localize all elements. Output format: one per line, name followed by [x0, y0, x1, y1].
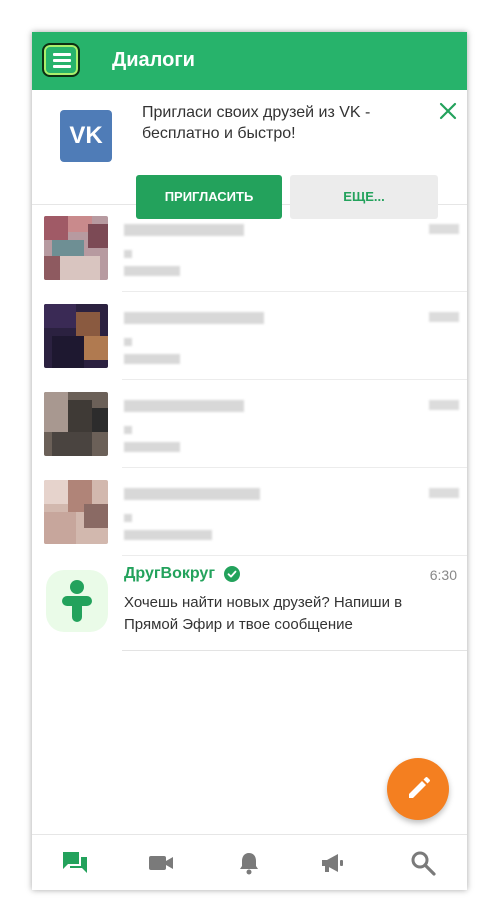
vk-logo-icon: VK — [60, 110, 112, 162]
blurred-status — [124, 266, 180, 276]
avatar — [44, 304, 108, 368]
bell-icon[interactable] — [235, 849, 263, 877]
conversation-row[interactable] — [32, 204, 467, 292]
avatar — [44, 480, 108, 544]
app-screen: Диалоги VK Пригласи своих друзей из VK -… — [32, 32, 467, 890]
blurred-time — [429, 488, 459, 498]
conversation-row[interactable] — [32, 292, 467, 380]
blurred-name — [124, 312, 264, 324]
message-time: 6:30 — [429, 567, 457, 583]
featured-conversation[interactable]: ДругВокруг 6:30 Хочешь найти новых друзе… — [32, 556, 467, 652]
vk-invite-banner: VK Пригласи своих друзей из VK - бесплат… — [32, 90, 467, 219]
blurred-preview — [124, 426, 132, 434]
blurred-preview — [124, 250, 132, 258]
invite-text-line1: Пригласи своих друзей из VK - — [142, 104, 371, 121]
blurred-status — [124, 354, 180, 364]
blurred-status — [124, 530, 212, 540]
avatar — [44, 392, 108, 456]
blurred-preview — [124, 514, 132, 522]
page-title: Диалоги — [112, 49, 195, 71]
conversation-row[interactable] — [32, 380, 467, 468]
bottom-navigation — [32, 834, 467, 890]
compose-button[interactable] — [387, 758, 449, 820]
close-icon[interactable] — [439, 102, 457, 120]
invite-text-line2: бесплатно и быстро! — [142, 125, 296, 142]
avatar — [44, 216, 108, 280]
top-app-bar: Диалоги — [32, 32, 467, 90]
search-icon[interactable] — [409, 849, 437, 877]
blurred-time — [429, 312, 459, 322]
video-camera-icon[interactable] — [147, 849, 175, 877]
blurred-preview — [124, 338, 132, 346]
conversation-list — [32, 204, 467, 556]
megaphone-icon[interactable] — [318, 849, 346, 877]
verified-check-icon — [224, 566, 240, 582]
menu-button[interactable] — [42, 43, 80, 77]
blurred-name — [124, 488, 260, 500]
contact-name: ДругВокруг — [124, 565, 215, 582]
pencil-icon — [409, 777, 430, 798]
drugvokrug-logo-icon — [46, 570, 108, 632]
chat-icon[interactable] — [61, 849, 89, 877]
message-preview: Хочешь найти новых друзей? Напиши в Прям… — [124, 594, 403, 633]
invite-text: Пригласи своих друзей из VK - бесплатно … — [142, 102, 370, 144]
blurred-time — [429, 400, 459, 410]
blurred-status — [124, 442, 180, 452]
blurred-name — [124, 400, 244, 412]
conversation-row[interactable] — [32, 468, 467, 556]
blurred-time — [429, 224, 459, 234]
blurred-name — [124, 224, 244, 236]
